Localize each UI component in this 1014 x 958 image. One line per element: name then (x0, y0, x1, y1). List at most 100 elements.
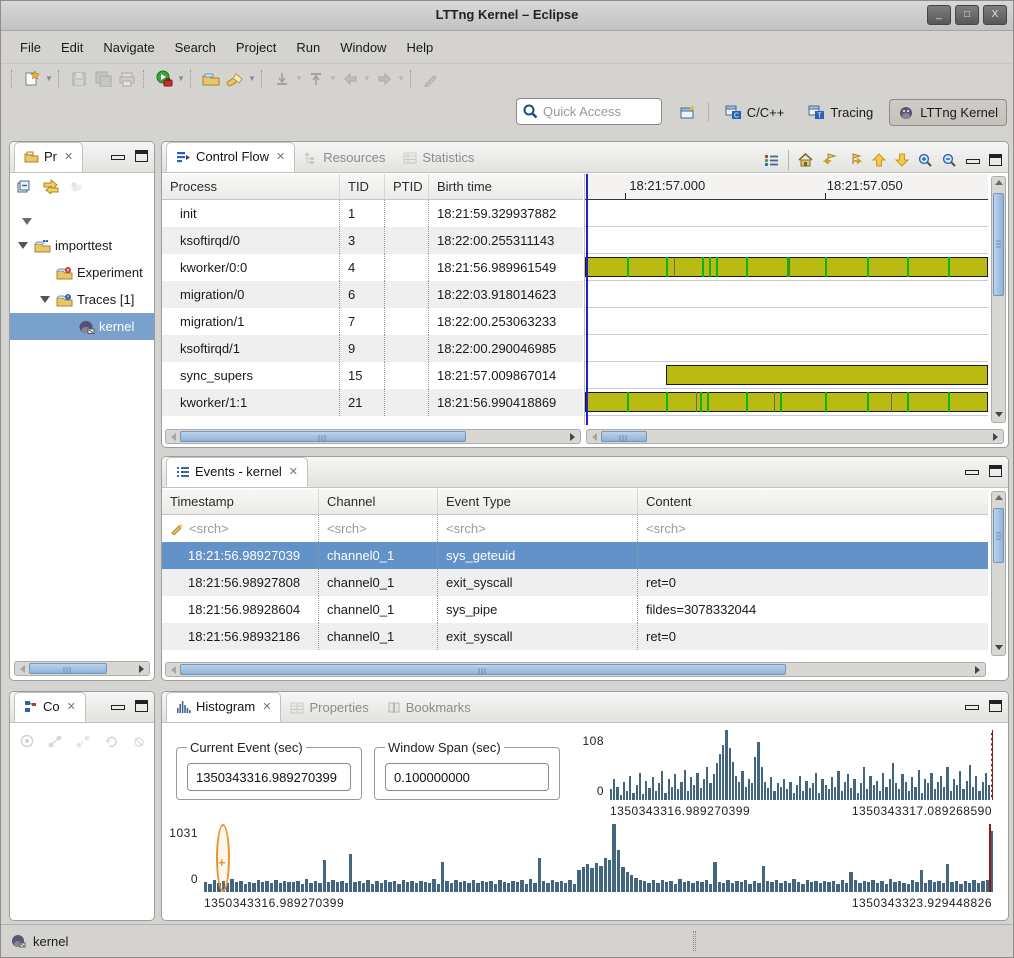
tab-control[interactable]: Co ✕ (14, 692, 86, 722)
current-event-input[interactable] (187, 763, 351, 791)
tab-statistics[interactable]: Statistics (394, 144, 483, 172)
forward-dropdown[interactable]: ▼ (396, 67, 406, 91)
tab-close-icon[interactable]: ✕ (67, 700, 76, 713)
close-button[interactable]: X (983, 5, 1007, 25)
column-header-process[interactable]: Process (162, 174, 340, 199)
connect-icon[interactable] (48, 734, 63, 749)
new-wizard-icon[interactable] (20, 67, 44, 91)
search-field-channel[interactable]: <srch> (327, 521, 367, 536)
previous-annotation-dropdown[interactable]: ▼ (328, 67, 338, 91)
perspective-cpp[interactable]: C C/C++ (717, 100, 793, 125)
event-row-sys_geteuid[interactable]: 18:21:56.98927039channel0_1sys_geteuid (162, 542, 988, 569)
column-header-tid[interactable]: TID (340, 174, 385, 199)
search-dropdown[interactable]: ▼ (247, 67, 257, 91)
perspective-lttng-kernel[interactable]: LTTng Kernel (889, 99, 1007, 126)
timeline-row-init[interactable] (585, 200, 988, 227)
cf-row-kworker-0-0[interactable]: kworker/0:0418:21:56.989961549 (162, 254, 583, 281)
cf-row-migration-1[interactable]: migration/1718:22:00.253063233 (162, 308, 583, 335)
quick-access-input[interactable] (543, 104, 655, 119)
column-header-channel[interactable]: Channel (319, 489, 438, 514)
open-perspective-icon[interactable] (676, 100, 700, 124)
minimize-view-icon[interactable] (965, 470, 979, 475)
events-hscrollbar[interactable] (165, 662, 986, 677)
link-with-editor-icon[interactable] (42, 179, 60, 194)
move-down-icon[interactable] (895, 153, 909, 167)
run-external-tools-icon[interactable] (152, 67, 176, 91)
cf-row-ksoftirqd-0[interactable]: ksoftirqd/0318:22:00.255311143 (162, 227, 583, 254)
back-dropdown[interactable]: ▼ (362, 67, 372, 91)
reset-time-scale-home-icon[interactable] (798, 153, 813, 167)
events-vscrollbar[interactable] (991, 491, 1006, 656)
menu-edit[interactable]: Edit (52, 36, 92, 59)
tab-control-flow[interactable]: Control Flow ✕ (166, 142, 295, 172)
event-row-exit_syscall[interactable]: 18:21:56.98932186channel0_1exit_syscallr… (162, 623, 988, 650)
timeline-row-ksoftirqd-0[interactable] (585, 227, 988, 254)
tab-bookmarks[interactable]: Bookmarks (378, 694, 480, 722)
minimize-button[interactable]: _ (927, 5, 951, 25)
next-event-icon[interactable] (847, 153, 863, 167)
expand-arrow-icon[interactable] (40, 296, 50, 303)
tab-resources[interactable]: Resources (295, 144, 394, 172)
search-field-content[interactable]: <srch> (646, 521, 686, 536)
column-header-birth-time[interactable]: Birth time (429, 174, 583, 199)
cf-timeline-chart[interactable]: 18:21:57.00018:21:57.050 (584, 174, 988, 425)
maximize-view-icon[interactable] (135, 150, 148, 162)
tab-close-icon[interactable]: ✕ (64, 150, 73, 163)
menu-run[interactable]: Run (287, 36, 329, 59)
event-row-sys_pipe[interactable]: 18:21:56.98928604channel0_1sys_pipefilde… (162, 596, 988, 623)
current-time-cursor[interactable] (586, 174, 588, 425)
full-range-histogram[interactable]: + (204, 824, 992, 892)
run-external-tools-dropdown[interactable]: ▼ (176, 67, 186, 91)
minimize-view-icon[interactable] (966, 159, 980, 164)
cf-table-hscrollbar[interactable] (165, 429, 581, 444)
timeline-row-kworker-0-0[interactable] (585, 254, 988, 281)
perspective-tracing[interactable]: T Tracing (800, 100, 881, 125)
tab-close-icon[interactable]: ✕ (276, 150, 285, 163)
cf-row-sync-supers[interactable]: sync_supers1518:21:57.009867014 (162, 362, 583, 389)
events-search-row[interactable]: <srch> <srch> <srch> <srch> (162, 515, 988, 542)
menu-navigate[interactable]: Navigate (94, 36, 163, 59)
menu-window[interactable]: Window (331, 36, 395, 59)
menu-search[interactable]: Search (166, 36, 225, 59)
delete-connection-icon[interactable] (132, 734, 147, 749)
forward-icon[interactable] (372, 67, 396, 91)
tree-item-traces-1-[interactable]: Traces [1] (10, 286, 154, 313)
cf-row-ksoftirqd-1[interactable]: ksoftirqd/1918:22:00.290046985 (162, 335, 583, 362)
timeline-row-ksoftirqd-1[interactable] (585, 335, 988, 362)
minimize-view-icon[interactable] (965, 705, 979, 710)
refresh-icon[interactable] (104, 734, 119, 749)
cf-vscrollbar[interactable] (991, 176, 1006, 423)
collapse-all-icon[interactable] (16, 179, 32, 194)
menu-file[interactable]: File (11, 36, 50, 59)
column-header-event-type[interactable]: Event Type (438, 489, 638, 514)
maximize-view-icon[interactable] (989, 154, 1002, 166)
window-span-input[interactable] (385, 763, 549, 791)
tree-item-kernel[interactable]: kernel (10, 313, 154, 340)
open-trace-icon[interactable] (199, 67, 223, 91)
back-icon[interactable] (338, 67, 362, 91)
minimize-view-icon[interactable] (111, 155, 125, 160)
tab-close-icon[interactable]: ✕ (289, 465, 298, 478)
minimize-view-icon[interactable] (111, 705, 125, 710)
save-icon[interactable] (67, 67, 91, 91)
zoom-out-icon[interactable] (942, 153, 957, 168)
cf-row-kworker-1-1[interactable]: kworker/1:12118:21:56.990418869 (162, 389, 583, 416)
save-all-icon[interactable] (91, 67, 115, 91)
tab-events-kernel[interactable]: Events - kernel ✕ (166, 457, 308, 487)
cf-row-migration-0[interactable]: migration/0618:22:03.918014623 (162, 281, 583, 308)
maximize-button[interactable]: □ (955, 5, 979, 25)
maximize-view-icon[interactable] (989, 465, 1002, 477)
timeline-row-migration-1[interactable] (585, 308, 988, 335)
cf-row-init[interactable]: init118:21:59.329937882 (162, 200, 583, 227)
disconnect-icon[interactable] (76, 734, 91, 749)
tab-close-icon[interactable]: ✕ (262, 700, 271, 713)
event-row-exit_syscall[interactable]: 18:21:56.98927808channel0_1exit_syscallr… (162, 569, 988, 596)
title-bar[interactable]: LTTng Kernel – Eclipse _ □ X (1, 1, 1013, 31)
working-set-chevron[interactable] (10, 210, 154, 232)
cf-chart-hscrollbar[interactable] (586, 429, 1004, 444)
tab-histogram[interactable]: Histogram ✕ (166, 692, 281, 722)
zoom-in-icon[interactable] (918, 153, 933, 168)
time-range-histogram[interactable] (610, 730, 994, 800)
previous-event-icon[interactable] (822, 153, 838, 167)
search-field-timestamp[interactable]: <srch> (189, 521, 229, 536)
